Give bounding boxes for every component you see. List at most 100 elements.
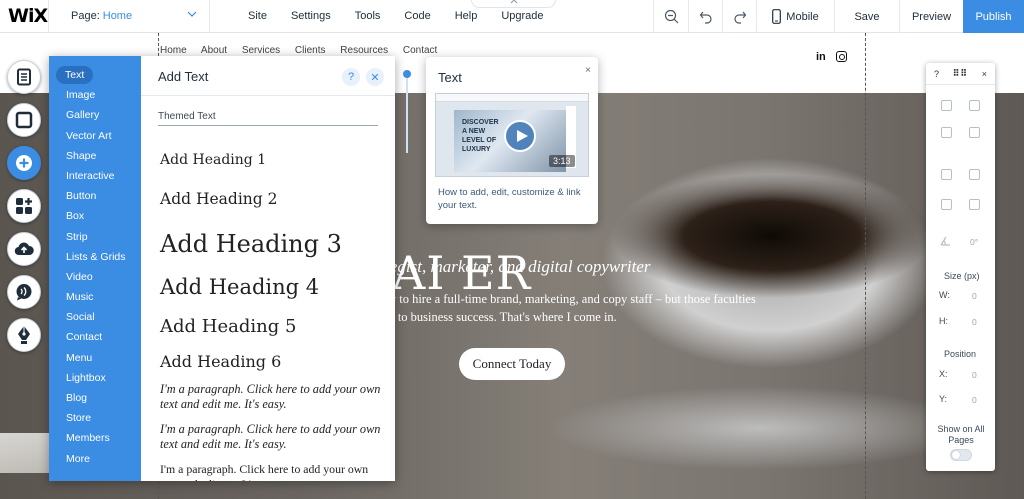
- show-on-all-pages-toggle[interactable]: [950, 449, 972, 461]
- category-video[interactable]: Video: [49, 267, 141, 287]
- add-button[interactable]: [7, 146, 41, 180]
- category-store[interactable]: Store: [49, 408, 141, 428]
- menu-site[interactable]: Site: [236, 0, 279, 33]
- category-interactive[interactable]: Interactive: [49, 166, 141, 186]
- category-more[interactable]: More: [49, 449, 141, 469]
- background-button[interactable]: [7, 103, 41, 137]
- rotate-icon[interactable]: [940, 236, 951, 246]
- menu-code[interactable]: Code: [392, 0, 442, 33]
- height-value[interactable]: 0: [972, 317, 977, 327]
- topbar-right-tools: Mobile Save Preview Publish: [653, 0, 1024, 33]
- category-vector-art[interactable]: Vector Art: [49, 126, 141, 146]
- play-icon[interactable]: [504, 120, 536, 152]
- upload-button[interactable]: [7, 232, 41, 266]
- copy-icon[interactable]: [941, 100, 952, 111]
- slider-knob[interactable]: [403, 70, 411, 78]
- paragraph-1-preset[interactable]: I'm a paragraph. Click here to add your …: [160, 382, 388, 412]
- heading-3-preset[interactable]: Add Heading 3: [160, 230, 342, 258]
- pages-button[interactable]: [7, 60, 41, 94]
- heading-5-preset[interactable]: Add Heading 5: [160, 316, 296, 337]
- zoom-button[interactable]: [653, 0, 688, 33]
- background-icon: [15, 111, 33, 129]
- drag-handle-icon[interactable]: ⠿⠿: [953, 68, 968, 79]
- publish-button[interactable]: Publish: [963, 0, 1024, 33]
- category-text[interactable]: Text: [49, 65, 141, 85]
- social-bar[interactable]: in: [816, 51, 847, 63]
- topbar-collapse-tab[interactable]: [471, 0, 556, 8]
- arrange-icon[interactable]: [941, 169, 952, 180]
- page-selector[interactable]: Page: Home: [48, 0, 210, 33]
- save-button[interactable]: Save: [834, 0, 899, 33]
- distribute-icon[interactable]: [941, 199, 952, 210]
- tooltip-description[interactable]: How to add, edit, customize & link your …: [438, 186, 588, 212]
- align-icon[interactable]: [969, 169, 980, 180]
- instagram-icon[interactable]: [835, 51, 847, 62]
- tooltip-close-button[interactable]: ×: [585, 65, 591, 76]
- category-image[interactable]: Image: [49, 85, 141, 105]
- hero-body[interactable]: apacity to hire a full-time brand, marke…: [360, 290, 820, 326]
- menu-settings[interactable]: Settings: [279, 0, 343, 33]
- inspector-panel: ? ⠿⠿ × 0° Size (px) W: 0 H: 0 Position X…: [926, 63, 995, 471]
- x-value[interactable]: 0: [972, 370, 977, 380]
- category-social[interactable]: Social: [49, 307, 141, 327]
- heading-4-preset[interactable]: Add Heading 4: [160, 275, 319, 299]
- paste-icon[interactable]: [969, 100, 980, 111]
- help-button[interactable]: ?: [342, 68, 360, 86]
- heading-6-preset[interactable]: Add Heading 6: [160, 352, 281, 371]
- x-label: X:: [939, 369, 948, 379]
- chat-button[interactable]: [7, 275, 41, 309]
- site-nav[interactable]: Home About Services Clients Resources Co…: [160, 45, 437, 56]
- category-music[interactable]: Music: [49, 287, 141, 307]
- blog-button[interactable]: [7, 318, 41, 352]
- heading-1-preset[interactable]: Add Heading 1: [160, 152, 266, 168]
- delete-icon[interactable]: [969, 127, 980, 138]
- category-menu[interactable]: Menu: [49, 348, 141, 368]
- category-shape[interactable]: Shape: [49, 146, 141, 166]
- hero-body-line-2: critical to business success. That's whe…: [360, 310, 617, 324]
- paragraph-2-preset[interactable]: I'm a paragraph. Click here to add your …: [160, 422, 388, 452]
- category-contact[interactable]: Contact: [49, 327, 141, 347]
- inspector-close-button[interactable]: ×: [982, 69, 987, 79]
- inspector-header: ? ⠿⠿ ×: [926, 63, 995, 85]
- page-value: Home: [102, 10, 133, 22]
- y-value[interactable]: 0: [972, 395, 977, 405]
- category-lightbox[interactable]: Lightbox: [49, 368, 141, 388]
- category-label: Text: [56, 66, 94, 84]
- category-blog[interactable]: Blog: [49, 388, 141, 408]
- text-help-tooltip: Text × DISCOVER A NEW LEVEL OF LUXURY 3:…: [426, 57, 598, 224]
- paragraph-3-preset[interactable]: I'm a paragraph. Click here to add your …: [160, 462, 388, 481]
- mobile-view-button[interactable]: Mobile: [756, 0, 834, 33]
- close-button[interactable]: ✕: [366, 68, 384, 86]
- category-gallery[interactable]: Gallery: [49, 105, 141, 125]
- app-market-button[interactable]: [7, 189, 41, 223]
- panel-scroll-slider[interactable]: [400, 65, 414, 155]
- category-members[interactable]: Members: [49, 428, 141, 448]
- video-thumbnail[interactable]: DISCOVER A NEW LEVEL OF LUXURY 3:13: [435, 93, 589, 177]
- rotation-value[interactable]: 0°: [970, 237, 978, 247]
- linkedin-icon[interactable]: in: [816, 51, 826, 63]
- connect-today-button[interactable]: Connect Today: [459, 348, 565, 380]
- category-strip[interactable]: Strip: [49, 227, 141, 247]
- thumb-text: DISCOVER A NEW LEVEL OF LUXURY: [462, 119, 499, 153]
- redo-icon: [733, 11, 746, 24]
- menu-tools[interactable]: Tools: [343, 0, 393, 33]
- preview-button[interactable]: Preview: [899, 0, 963, 33]
- heading-2-preset[interactable]: Add Heading 2: [160, 190, 277, 208]
- gridline-right: [865, 33, 866, 499]
- hero-subtitle[interactable]: rategist, marketer, and digital copywrit…: [370, 257, 650, 277]
- inspector-help-button[interactable]: ?: [934, 69, 939, 79]
- add-icon: [16, 155, 32, 171]
- wix-logo: WiX: [8, 5, 48, 27]
- category-button[interactable]: Button: [49, 186, 141, 206]
- chat-icon: [16, 284, 32, 301]
- undo-button[interactable]: [688, 0, 722, 33]
- category-box[interactable]: Box: [49, 206, 141, 226]
- match-size-icon[interactable]: [969, 199, 980, 210]
- category-lists-grids[interactable]: Lists & Grids: [49, 247, 141, 267]
- mobile-label: Mobile: [786, 10, 819, 23]
- position-label: Position: [944, 349, 977, 359]
- redo-button[interactable]: [722, 0, 756, 33]
- width-value[interactable]: 0: [972, 291, 977, 301]
- category-list: Text Image Gallery Vector Art Shape Inte…: [49, 56, 141, 481]
- duplicate-icon[interactable]: [941, 127, 952, 138]
